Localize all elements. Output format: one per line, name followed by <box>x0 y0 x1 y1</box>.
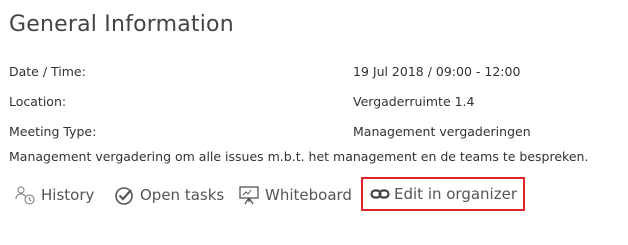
history-label: History <box>41 186 95 204</box>
open-tasks-button[interactable]: Open tasks <box>113 180 224 210</box>
edit-in-organizer-label: Edit in organizer <box>394 185 517 203</box>
detail-value: 19 Jul 2018 / 09:00 - 12:00 <box>353 64 521 79</box>
check-circle-icon <box>113 184 135 206</box>
detail-label: Location: <box>9 94 67 109</box>
edit-in-organizer-button[interactable]: Edit in organizer <box>361 177 525 211</box>
general-information-panel: General Information Date / Time: 19 Jul … <box>0 0 628 245</box>
detail-row-location: Location: Vergaderruimte 1.4 <box>9 94 609 114</box>
detail-label: Date / Time: <box>9 64 86 79</box>
detail-label: Meeting Type: <box>9 124 97 139</box>
detail-value: Management vergaderingen <box>353 124 531 139</box>
detail-row-meeting-type: Meeting Type: Management vergaderingen <box>9 124 609 144</box>
open-tasks-label: Open tasks <box>140 186 225 204</box>
whiteboard-button[interactable]: Whiteboard <box>238 180 352 210</box>
detail-value: Vergaderruimte 1.4 <box>353 94 475 109</box>
history-icon <box>14 184 36 206</box>
link-icon <box>370 184 390 204</box>
detail-row-date-time: Date / Time: 19 Jul 2018 / 09:00 - 12:00 <box>9 64 609 84</box>
section-title: General Information <box>9 12 234 37</box>
whiteboard-icon <box>238 184 260 206</box>
meeting-description: Management vergadering om alle issues m.… <box>9 149 589 164</box>
history-button[interactable]: History <box>14 180 94 210</box>
whiteboard-label: Whiteboard <box>265 186 352 204</box>
